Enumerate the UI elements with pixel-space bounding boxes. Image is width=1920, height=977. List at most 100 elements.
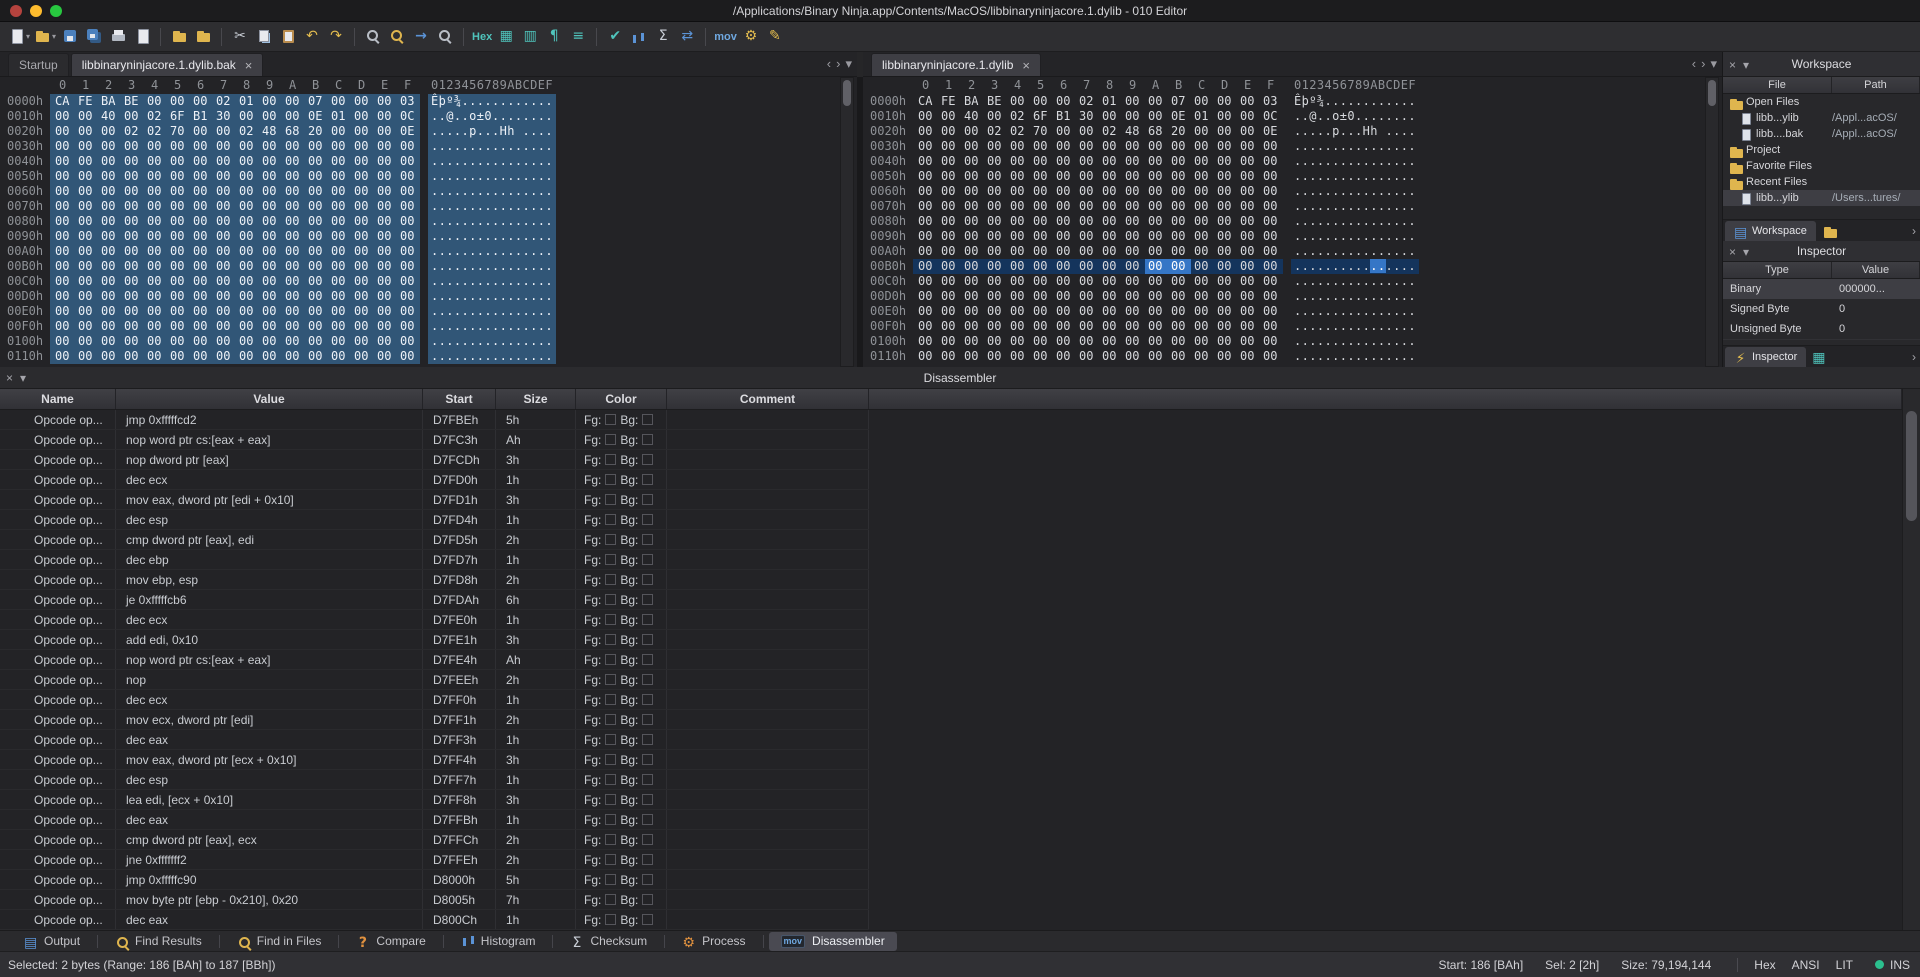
column-header-color[interactable]: Color [576, 389, 667, 409]
hex-editor-right[interactable]: 0 1 2 3 4 5 6 7 8 9 A B C D E F 0123456789ABCDEF 0000h CA F… [863, 77, 1722, 367]
hex-editor-left[interactable]: 0 1 2 3 4 5 6 7 8 9 A B C D E F 0123456789ABCDEF 0000h CA F… [0, 77, 857, 367]
workspace-folder-row[interactable]: Project [1723, 142, 1920, 158]
hex-row[interactable]: 0090h 00 00 00 00 00 00 00 00 00 00 00 00 00 00 00 00...… [863, 229, 1722, 244]
hex-row[interactable]: 00B0h 00 00 00 00 00 00 00 00 00 00 00 00 00 00 00 00...… [0, 259, 857, 274]
hex-row[interactable]: 0030h 00 00 00 00 00 00 00 00 00 00 00 00 00 00 00 00...… [0, 139, 857, 154]
workspace-folder-row[interactable]: Recent Files [1723, 174, 1920, 190]
workspace-collapse-button[interactable]: ▾ [1743, 58, 1749, 72]
hex-row[interactable]: 00F0h 00 00 00 00 00 00 00 00 00 00 00 00 00 00 00 00...… [863, 319, 1722, 334]
hex-row[interactable]: 0090h 00 00 00 00 00 00 00 00 00 00 00 00 00 00 00 00...… [0, 229, 857, 244]
close-icon[interactable]: × [245, 59, 253, 72]
tab-libbinaryninjacore-1-dylib[interactable]: libbinaryninjacore.1.dylib × [871, 53, 1042, 76]
panel-tab-disassembler[interactable]: mov Disassembler [768, 931, 897, 951]
scrollbar-thumb[interactable] [1708, 80, 1716, 106]
hex-row[interactable]: 00D0h 00 00 00 00 00 00 00 00 00 00 00 00 00 00 00 00...… [863, 289, 1722, 304]
inspector-collapse-button[interactable]: ▾ [1743, 245, 1749, 259]
inspector-row[interactable]: Binary 000000... [1723, 279, 1920, 299]
paste-button[interactable] [276, 25, 300, 49]
copy-button[interactable] [252, 25, 276, 49]
next-tab-button[interactable]: › [836, 56, 840, 72]
panel-tab-histogram[interactable]: Histogram [449, 932, 548, 951]
compare-button[interactable] [675, 25, 699, 49]
inspector-panel-next-button[interactable]: › [1912, 350, 1916, 364]
replace-button[interactable] [385, 25, 409, 49]
tab-startup[interactable]: Startup [8, 53, 69, 76]
column-header-name[interactable]: Name [0, 389, 116, 409]
hex-row[interactable]: 0040h 00 00 00 00 00 00 00 00 00 00 00 00 00 00 00 00...… [863, 154, 1722, 169]
tab-list-button[interactable]: ▾ [1710, 56, 1717, 72]
hex-row[interactable]: 0060h 00 00 00 00 00 00 00 00 00 00 00 00 00 00 00 00...… [0, 184, 857, 199]
hex-row[interactable]: 0080h 00 00 00 00 00 00 00 00 00 00 00 00 00 00 00 00...… [863, 214, 1722, 229]
inspector-grid-button[interactable] [1812, 350, 1825, 363]
hex-row[interactable]: 0070h 00 00 00 00 00 00 00 00 00 00 00 00 00 00 00 00...… [0, 199, 857, 214]
hex-view-button[interactable]: Hex [470, 25, 494, 49]
redo-button[interactable] [324, 25, 348, 49]
scrollbar-thumb[interactable] [1906, 411, 1917, 521]
close-icon[interactable]: × [1022, 59, 1030, 72]
panel-close-button[interactable]: × [6, 371, 13, 385]
workspace-close-button[interactable]: × [1729, 58, 1736, 72]
panel-collapse-button[interactable]: ▾ [20, 371, 26, 385]
hex-row[interactable]: 0030h 00 00 00 00 00 00 00 00 00 00 00 00 00 00 00 00...… [863, 139, 1722, 154]
hex-row[interactable]: 00E0h 00 00 00 00 00 00 00 00 00 00 00 00 00 00 00 00...… [0, 304, 857, 319]
inspector-tab[interactable]: Inspector [1725, 347, 1807, 367]
panel-tab-find-results[interactable]: Find Results [103, 932, 214, 951]
hex-row[interactable]: 0110h 00 00 00 00 00 00 00 00 00 00 00 00 00 00 00 00...… [863, 349, 1722, 364]
hex-row[interactable]: 0000h CA FE BA BE 00 00 00 02 01 00 00 07 00 00 00 03 Êþº… [863, 94, 1722, 109]
workspace-panel-next-button[interactable]: › [1912, 224, 1916, 238]
inspector-row[interactable]: Signed Byte 0 [1723, 299, 1920, 319]
save-all-button[interactable] [82, 25, 106, 49]
checksum-button[interactable] [651, 25, 675, 49]
panel-tab-process[interactable]: Process [670, 932, 757, 951]
tab-list-button[interactable]: ▾ [845, 56, 852, 72]
inspector-close-button[interactable]: × [1729, 245, 1736, 259]
hex-row[interactable]: 00C0h 00 00 00 00 00 00 00 00 00 00 00 00 00 00 00 00...… [0, 274, 857, 289]
hex-row[interactable]: 0040h 00 00 00 00 00 00 00 00 00 00 00 00 00 00 00 00...… [0, 154, 857, 169]
table-row[interactable]: Opcode op... dec ecx D7FD0h 1h Fg: Bg: [0, 470, 869, 490]
record-indicator-icon[interactable] [1874, 960, 1884, 969]
table-row[interactable]: Opcode op... dec esp D7FD4h 1h Fg: Bg: [0, 510, 869, 530]
table-row[interactable]: Opcode op... dec ebp D7FD7h 1h Fg: Bg: [0, 550, 869, 570]
hex-row[interactable]: 00F0h 00 00 00 00 00 00 00 00 00 00 00 00 00 00 00 00...… [0, 319, 857, 334]
inspector-row[interactable]: Unsigned Byte 0 [1723, 319, 1920, 339]
table-row[interactable]: Opcode op... nop D7FEEh 2h Fg: Bg: [0, 670, 869, 690]
table-row[interactable]: Opcode op... add edi, 0x10 D7FE1h 3h Fg: Bg: [0, 630, 869, 650]
panel-tab-find-in-files[interactable]: Find in Files [225, 932, 334, 951]
column-header-size[interactable]: Size [496, 389, 576, 409]
workspace-file-row[interactable]: libb....bak/Appl...acOS/ [1723, 126, 1920, 142]
prev-tab-button[interactable]: ‹ [827, 56, 831, 72]
panel-tab-output[interactable]: Output [12, 932, 92, 951]
find-button[interactable] [361, 25, 385, 49]
hex-row[interactable]: 0050h 00 00 00 00 00 00 00 00 00 00 00 00 00 00 00 00...… [863, 169, 1722, 184]
find-in-files-button[interactable] [433, 25, 457, 49]
hex-row[interactable]: 0080h 00 00 00 00 00 00 00 00 00 00 00 00 00 00 00 00...… [0, 214, 857, 229]
undo-button[interactable] [300, 25, 324, 49]
workspace-folder-row[interactable]: Open Files [1723, 94, 1920, 110]
hex-row[interactable]: 0020h 00 00 00 02 02 70 00 00 02 48 68 20 00 00 00 0E...… [0, 124, 857, 139]
workspace-file-row[interactable]: libb...ylib/Users...tures/ [1723, 190, 1920, 206]
scrollbar-left-pane[interactable] [840, 77, 854, 367]
bottom-panel-scrollbar[interactable] [1902, 389, 1920, 930]
endian-indicator[interactable]: LIT [1836, 958, 1853, 972]
workspace-tab[interactable]: Workspace [1725, 221, 1816, 241]
print-preview-button[interactable] [130, 25, 154, 49]
workspace-folder-button[interactable] [1822, 224, 1837, 238]
goto-button[interactable] [409, 25, 433, 49]
type-column-header[interactable]: Type [1723, 262, 1832, 278]
table-row[interactable]: Opcode op... nop dword ptr [eax] D7FCDh 3h F… [0, 450, 869, 470]
column-header-value[interactable]: Value [116, 389, 423, 409]
column-header-start[interactable]: Start [423, 389, 496, 409]
table-row[interactable]: Opcode op... cmp dword ptr [eax], edi D7FD… [0, 530, 869, 550]
table-row[interactable]: Opcode op... nop word ptr cs:[eax + eax] D… [0, 430, 869, 450]
table-row[interactable]: Opcode op... dec ecx D7FE0h 1h Fg: Bg: [0, 610, 869, 630]
table-row[interactable]: Opcode op... mov eax, dword ptr [ecx + 0x… [0, 750, 869, 770]
view-mode-indicator[interactable]: Hex [1754, 958, 1775, 972]
hex-row[interactable]: 00A0h 00 00 00 00 00 00 00 00 00 00 00 00 00 00 00 00...… [863, 244, 1722, 259]
hex-row[interactable]: 0000h CA FE BA BE 00 00 00 02 01 00 00 07 00 00 00 03 Êþº… [0, 94, 857, 109]
table-row[interactable]: Opcode op... dec eax D7FF3h 1h Fg: Bg: [0, 730, 869, 750]
insert-mode-indicator[interactable]: INS [1890, 958, 1910, 972]
save-button[interactable] [58, 25, 82, 49]
run-template-button[interactable] [739, 25, 763, 49]
histogram-button[interactable] [627, 25, 651, 49]
scrollbar-right-pane[interactable] [1705, 77, 1719, 367]
